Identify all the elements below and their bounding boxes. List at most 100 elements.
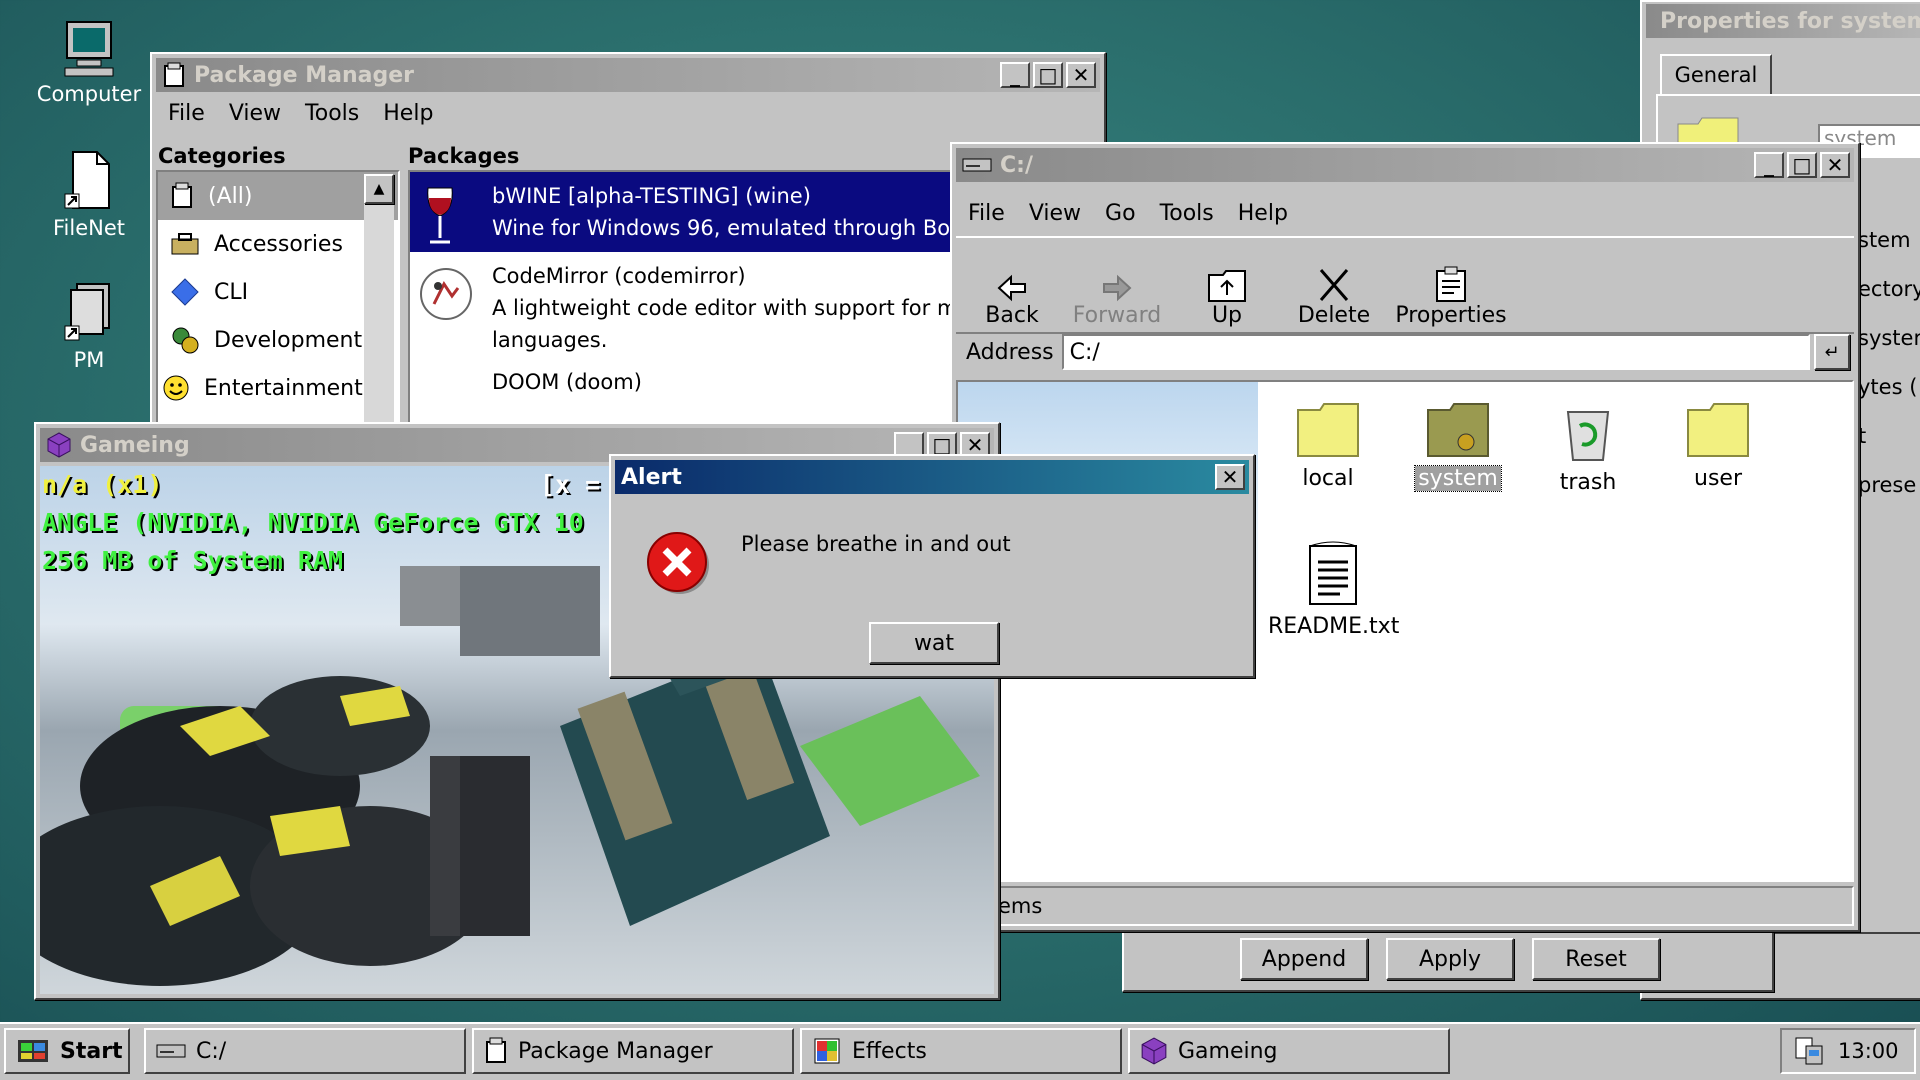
recycle-bin-icon: [1566, 411, 1610, 461]
desktop-icon-label: FileNet: [52, 216, 125, 240]
error-icon: [647, 532, 709, 594]
forward-button[interactable]: Forward: [1062, 238, 1172, 328]
address-label: Address: [966, 339, 1054, 365]
menu-view[interactable]: View: [1017, 201, 1093, 226]
task-explorer[interactable]: C:/: [144, 1028, 466, 1074]
network-icon[interactable]: [1794, 1036, 1824, 1066]
address-value: C:/: [1069, 339, 1100, 365]
category-cli[interactable]: CLI: [158, 268, 398, 316]
menu-file[interactable]: File: [956, 201, 1017, 226]
address-input[interactable]: C:/: [1061, 334, 1810, 370]
up-button[interactable]: Up: [1172, 238, 1282, 328]
alert-titlebar[interactable]: Alert ✕: [615, 460, 1249, 494]
hud-line: 256 MB of System RAM: [42, 546, 344, 575]
dialog-title: Alert: [621, 464, 682, 490]
explorer-titlebar[interactable]: C:/ _ □ ✕: [956, 148, 1854, 182]
scroll-up-button[interactable]: ▲: [364, 174, 394, 204]
delete-button[interactable]: Delete: [1282, 238, 1386, 328]
task-gameing[interactable]: Gameing: [1128, 1028, 1450, 1074]
hud-line: ANGLE (NVIDIA, NVIDIA GeForce GTX 10: [42, 508, 584, 537]
properties-button[interactable]: Properties: [1386, 238, 1516, 328]
explorer-menubar: File View Go Tools Help: [956, 196, 1854, 230]
maximize-button[interactable]: □: [1033, 62, 1063, 88]
address-bar: Address C:/ ↵: [956, 330, 1854, 374]
close-button[interactable]: ✕: [1215, 464, 1245, 490]
wat-button[interactable]: wat: [869, 622, 999, 664]
props-text: stem: [1858, 228, 1911, 252]
back-button[interactable]: Back: [962, 238, 1062, 328]
button-label: Append: [1261, 946, 1347, 972]
folder-local[interactable]: local: [1268, 402, 1388, 491]
tab-general[interactable]: General: [1660, 54, 1772, 96]
desktop-icon-pm[interactable]: PM: [34, 282, 144, 372]
button-label: Reset: [1565, 946, 1627, 972]
menu-help[interactable]: Help: [1226, 201, 1300, 226]
folder-icon: [1687, 403, 1749, 457]
package-manager-icon: [64, 283, 110, 341]
desktop-icon-filenet[interactable]: FileNet: [34, 150, 144, 240]
start-logo-icon: [18, 1040, 48, 1062]
properties-button-bar: Append Apply Reset: [1122, 930, 1774, 992]
props-text: ectory: [1858, 277, 1920, 301]
toolbox-icon: [171, 233, 199, 255]
menu-help[interactable]: Help: [371, 101, 445, 126]
menu-tools[interactable]: Tools: [1148, 201, 1226, 226]
cube-icon: [1141, 1037, 1167, 1065]
category-entertainment[interactable]: Entertainment: [158, 364, 398, 412]
wine-glass-icon: [427, 187, 453, 244]
hud-right: [x =: [540, 470, 601, 499]
close-button[interactable]: ✕: [1820, 152, 1850, 178]
props-text: syster: [1858, 326, 1920, 350]
task-effects[interactable]: Effects: [800, 1028, 1122, 1074]
pm-titlebar[interactable]: Package Manager _ □ ✕: [156, 58, 1100, 92]
props-side-text: stem ectory syster ytes ( t prese: [1858, 216, 1920, 510]
folder-user[interactable]: user: [1658, 402, 1778, 491]
menu-go[interactable]: Go: [1093, 201, 1148, 226]
desktop-icon-label: Computer: [36, 82, 142, 106]
task-package-manager[interactable]: Package Manager: [472, 1028, 794, 1074]
category-label: (All): [208, 183, 253, 209]
reset-button[interactable]: Reset: [1532, 938, 1660, 980]
props-text: ytes (: [1858, 375, 1918, 399]
folder-system[interactable]: system: [1398, 402, 1518, 492]
minimize-button[interactable]: _: [1000, 62, 1030, 88]
category-label: Entertainment: [204, 375, 363, 401]
append-button[interactable]: Append: [1240, 938, 1368, 980]
alert-message: Please breathe in and out: [741, 532, 1011, 556]
system-tray: 13:00: [1780, 1028, 1916, 1074]
toolbar-label: Back: [985, 303, 1039, 328]
category-all[interactable]: (All): [158, 172, 398, 220]
maximize-button[interactable]: □: [1787, 152, 1817, 178]
go-button[interactable]: ↵: [1814, 334, 1850, 370]
system-folder-icon: [1427, 403, 1489, 457]
file-label: trash: [1559, 470, 1617, 495]
file-label: system: [1414, 465, 1502, 492]
file-readme[interactable]: README.txt: [1268, 540, 1400, 639]
start-button[interactable]: Start: [4, 1028, 130, 1074]
menu-view[interactable]: View: [217, 101, 293, 126]
computer-icon: [64, 21, 114, 77]
desktop-icon-computer[interactable]: Computer: [34, 20, 144, 106]
properties-titlebar[interactable]: Properties for system: [1646, 4, 1920, 38]
categories-scrollbar[interactable]: ▲: [364, 174, 394, 460]
category-accessories[interactable]: Accessories: [158, 220, 398, 268]
folder-trash[interactable]: trash: [1528, 402, 1648, 495]
clock[interactable]: 13:00: [1838, 1039, 1899, 1063]
effects-icon: [814, 1038, 840, 1064]
tab-label: General: [1674, 63, 1758, 87]
status-bar: ems: [956, 886, 1854, 926]
category-label: Development: [214, 327, 363, 353]
apply-button[interactable]: Apply: [1386, 938, 1514, 980]
delete-x-icon: [1319, 269, 1349, 301]
menu-tools[interactable]: Tools: [293, 101, 371, 126]
button-label: wat: [913, 630, 955, 656]
back-arrow-icon: [997, 274, 1026, 302]
task-label: C:/: [196, 1038, 227, 1064]
close-button[interactable]: ✕: [1066, 62, 1096, 88]
package-icon: [164, 62, 184, 87]
menu-file[interactable]: File: [156, 101, 217, 126]
file-label: README.txt: [1268, 614, 1400, 639]
category-development[interactable]: Development: [158, 316, 398, 364]
task-label: Package Manager: [518, 1038, 713, 1064]
minimize-button[interactable]: _: [1754, 152, 1784, 178]
